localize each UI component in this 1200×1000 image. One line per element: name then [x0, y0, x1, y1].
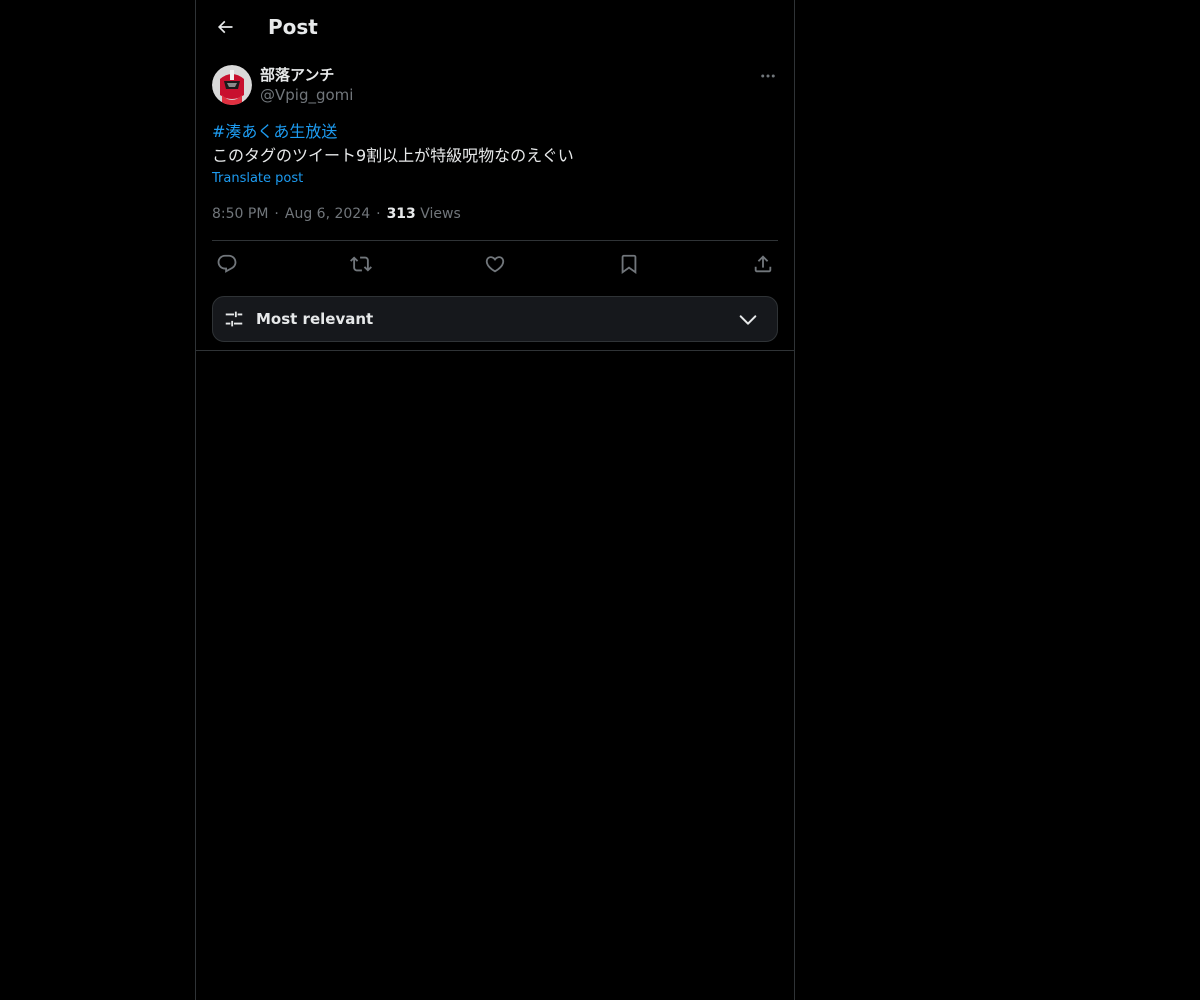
sliders-icon — [225, 311, 243, 327]
views-count: 313 — [386, 206, 416, 222]
like-button[interactable] — [482, 251, 508, 277]
action-bar — [212, 251, 778, 277]
divider — [212, 240, 778, 241]
more-dots-icon — [761, 74, 775, 78]
page-header: Post — [196, 0, 794, 53]
page-title: Post — [268, 15, 318, 39]
back-button[interactable] — [208, 10, 242, 44]
author-display-name[interactable]: 部落アンチ — [260, 65, 334, 85]
separator-dot: · — [376, 206, 381, 222]
avatar[interactable] — [212, 65, 252, 105]
more-options-button[interactable] — [758, 66, 778, 86]
author-handle[interactable]: @Vpig_gomi — [260, 85, 353, 105]
share-icon — [754, 255, 772, 273]
sort-replies-dropdown[interactable]: Most relevant — [212, 296, 778, 342]
separator-dot: · — [274, 206, 279, 222]
views-label: Views — [420, 206, 461, 222]
post-text: #湊あくあ生放送 このタグのツイート9割以上が特級呪物なのえぐい — [212, 120, 778, 168]
bookmark-icon — [621, 254, 637, 275]
repost-button[interactable] — [348, 251, 374, 277]
hashtag-link[interactable]: #湊あくあ生放送 — [212, 120, 778, 144]
chevron-down-icon — [739, 315, 757, 325]
section-divider — [196, 350, 794, 351]
repost-icon — [350, 256, 372, 272]
sort-label: Most relevant — [256, 310, 374, 328]
like-icon — [485, 256, 505, 273]
main-column: Post 部落アンチ @Vpig_gomi #湊あくあ生放送 このタグのツイート… — [195, 0, 795, 1000]
post-date[interactable]: Aug 6, 2024 — [285, 206, 370, 222]
post-body: このタグのツイート9割以上が特級呪物なのえぐい — [212, 146, 574, 165]
post-meta: 8:50 PM · Aug 6, 2024 · 313 Views — [212, 204, 461, 224]
translate-post-link[interactable]: Translate post — [212, 170, 303, 188]
share-button[interactable] — [750, 251, 776, 277]
reply-button[interactable] — [214, 251, 240, 277]
post-time[interactable]: 8:50 PM — [212, 206, 268, 222]
bookmark-button[interactable] — [616, 251, 642, 277]
avatar-image — [212, 65, 252, 105]
reply-icon — [217, 254, 237, 273]
arrow-left-icon — [217, 20, 233, 34]
